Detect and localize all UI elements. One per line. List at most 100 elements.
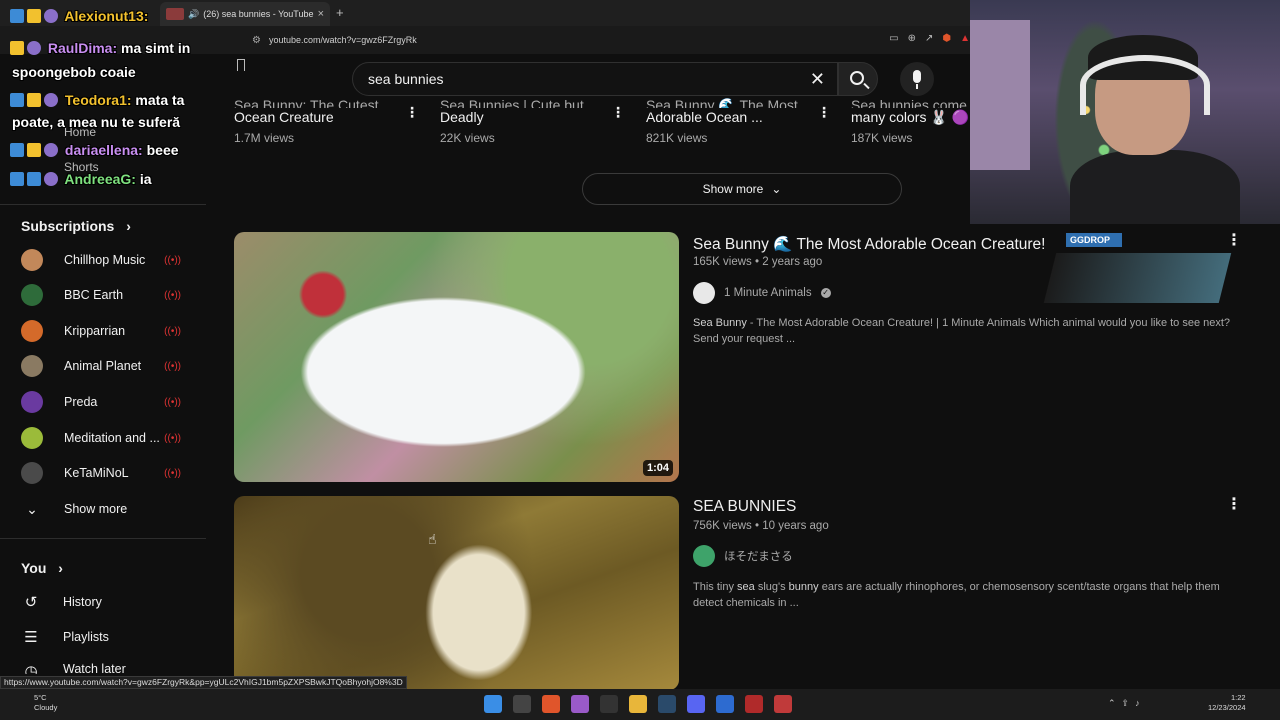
sidebar-item-subscription[interactable]: BBC Earth ((•)) <box>21 280 191 310</box>
shelf-title[interactable]: Ocean Creature <box>234 108 424 127</box>
sidebar-divider <box>0 538 206 539</box>
app-icon[interactable] <box>716 695 734 713</box>
speaker-icon: 🔊 <box>188 8 200 19</box>
channel-avatar <box>21 355 43 377</box>
steam-icon[interactable] <box>658 695 676 713</box>
chat-text: ia <box>139 171 152 187</box>
video-meta: 756K views • 10 years ago <box>693 520 829 532</box>
site-info-icon[interactable]: ⚙ <box>252 35 261 46</box>
clear-search-icon[interactable]: ✕ <box>810 69 825 90</box>
system-tray[interactable]: ⌃⇪♪ <box>1108 698 1146 709</box>
sidebar-item-subscription[interactable]: Meditation and ... ((•)) <box>21 423 191 453</box>
live-icon: ((•)) <box>164 467 181 479</box>
obs-icon[interactable] <box>774 695 792 713</box>
tab-close-icon[interactable]: × <box>318 8 324 20</box>
app-icon[interactable] <box>745 695 763 713</box>
task-view-icon[interactable] <box>513 695 531 713</box>
sidebar-item-subscription[interactable]: Chillhop Music ((•)) <box>21 245 191 275</box>
channel-name: Animal Planet <box>64 359 142 373</box>
channel-name: Chillhop Music <box>64 253 146 267</box>
chat-username: AndreeaG: <box>64 171 136 187</box>
video-channel[interactable]: ほそだまさる <box>693 545 793 567</box>
sidebar-item-subscription[interactable]: Kripparrian ((•)) <box>21 316 191 346</box>
chevron-right-icon: › <box>126 218 131 234</box>
shelf-title-line1: Sea Bunny 🌊 The Most <box>646 97 798 108</box>
search-button[interactable] <box>838 62 878 96</box>
shelf-menu-icon[interactable]: ⋮ <box>405 104 419 121</box>
file-explorer-icon[interactable] <box>629 695 647 713</box>
search-input[interactable]: sea bunnies <box>368 71 444 87</box>
history-icon: ↺ <box>24 594 38 611</box>
channel-name: Preda <box>64 395 98 409</box>
sidebar-item-subscription[interactable]: Preda ((•)) <box>21 387 191 417</box>
sidebar-item-history[interactable]: ↺ History <box>21 590 102 614</box>
video-meta: 165K views • 2 years ago <box>693 256 823 268</box>
live-icon: ((•)) <box>164 325 181 337</box>
start-icon[interactable] <box>484 695 502 713</box>
chat-message: RaulDima: ma simt in <box>10 40 190 56</box>
shelf-title-line1: Sea bunnies come in <box>851 97 969 108</box>
browser-tab[interactable]: 🔊 (26) sea bunnies - YouTube × <box>160 2 330 26</box>
shelf-menu-icon[interactable]: ⋮ <box>611 104 625 121</box>
shelf-menu-icon[interactable]: ⋮ <box>817 104 831 121</box>
bookmark-icon[interactable] <box>237 59 245 71</box>
channel-avatar <box>21 427 43 449</box>
shelf-video[interactable]: Sea bunnies come in many colors 🐰 🟣 187K… <box>851 96 969 145</box>
voice-search-icon[interactable] <box>900 62 934 96</box>
ggdrop-banner <box>1043 253 1232 303</box>
chat-username: Teodora1: <box>64 92 132 108</box>
live-icon: ((•)) <box>164 432 181 444</box>
brave-icon[interactable] <box>542 695 560 713</box>
video-thumbnail[interactable]: 1:04 <box>234 232 679 482</box>
rewards-icon[interactable]: ▲ <box>960 33 970 44</box>
chat-message: dariaellena: beee <box>10 142 179 158</box>
sidebar-item-playlists[interactable]: ☰ Playlists <box>21 625 109 649</box>
shelf-show-more-button[interactable]: Show more ⌄ <box>582 173 902 205</box>
video-title[interactable]: Sea Bunny 🌊 The Most Adorable Ocean Crea… <box>693 235 1045 254</box>
youtube-favicon-icon <box>166 8 184 20</box>
shelf-title[interactable]: Deadly <box>440 108 630 127</box>
subscriptions-heading[interactable]: Subscriptions › <box>21 218 131 234</box>
new-tab-button[interactable]: + <box>336 5 344 20</box>
weather-text: Cloudy <box>34 703 58 712</box>
video-views: 165K views <box>693 256 752 268</box>
cast-icon[interactable]: ▭ <box>889 33 898 44</box>
robot-badge-icon <box>44 172 58 186</box>
video-channel[interactable]: 1 Minute Animals ✓ <box>693 282 831 304</box>
chat-username: dariaellena: <box>64 142 143 158</box>
shelf-title[interactable]: Adorable Ocean ... <box>646 108 836 127</box>
you-heading[interactable]: You › <box>21 560 63 576</box>
robot-badge-icon <box>44 9 58 23</box>
app-icon[interactable] <box>571 695 589 713</box>
crown-badge-icon <box>27 9 41 23</box>
robot-badge-icon <box>44 93 58 107</box>
shelf-video[interactable]: Sea Bunny 🌊 The Most Adorable Ocean ... … <box>646 96 836 145</box>
shelf-video[interactable]: Sea Bunny: The Cutest Ocean Creature 1.7… <box>234 96 424 145</box>
shield-icon[interactable]: ⬢ <box>942 33 951 44</box>
weather-temp: 5°C <box>34 693 47 702</box>
app-icon[interactable] <box>600 695 618 713</box>
sidebar-item-subscription[interactable]: Animal Planet ((•)) <box>21 351 191 381</box>
video-thumbnail[interactable] <box>234 496 679 690</box>
sidebar-item-subscription[interactable]: KeTaMiNoL ((•)) <box>21 458 191 488</box>
chat-message: Alexionut13: <box>10 8 148 24</box>
share-icon[interactable]: ↗ <box>925 33 933 44</box>
weather-widget[interactable]: 5°C Cloudy <box>12 693 57 713</box>
shelf-video[interactable]: Sea Bunnies | Cute but Deadly 22K views <box>440 96 630 145</box>
chevron-down-icon: ⌄ <box>26 501 38 517</box>
clock[interactable]: 1:22 12/23/2024 <box>1208 693 1246 713</box>
video-menu-icon[interactable]: ⋮ <box>1226 494 1242 514</box>
shelf-title[interactable]: many colors 🐰 🟣 <box>851 108 969 127</box>
url-field[interactable]: ⚙ youtube.com/watch?v=gwz6FZrgyRk <box>252 30 970 50</box>
zoom-icon[interactable]: ⊕ <box>908 33 916 44</box>
shelf-title-line1: Sea Bunny: The Cutest <box>234 97 379 108</box>
search-box[interactable]: sea bunnies ✕ <box>352 62 838 96</box>
video-title[interactable]: SEA BUNNIES <box>693 498 796 516</box>
tab-title: (26) sea bunnies - YouTube <box>203 9 314 19</box>
sidebar-show-more[interactable]: ⌄ Show more <box>21 494 191 524</box>
discord-icon[interactable] <box>687 695 705 713</box>
video-duration: 1:04 <box>642 460 673 476</box>
sidebar-item-watch-later[interactable]: ◷ Watch later <box>21 662 125 674</box>
crown-badge-icon <box>10 41 24 55</box>
webcam-overlay <box>970 0 1280 224</box>
